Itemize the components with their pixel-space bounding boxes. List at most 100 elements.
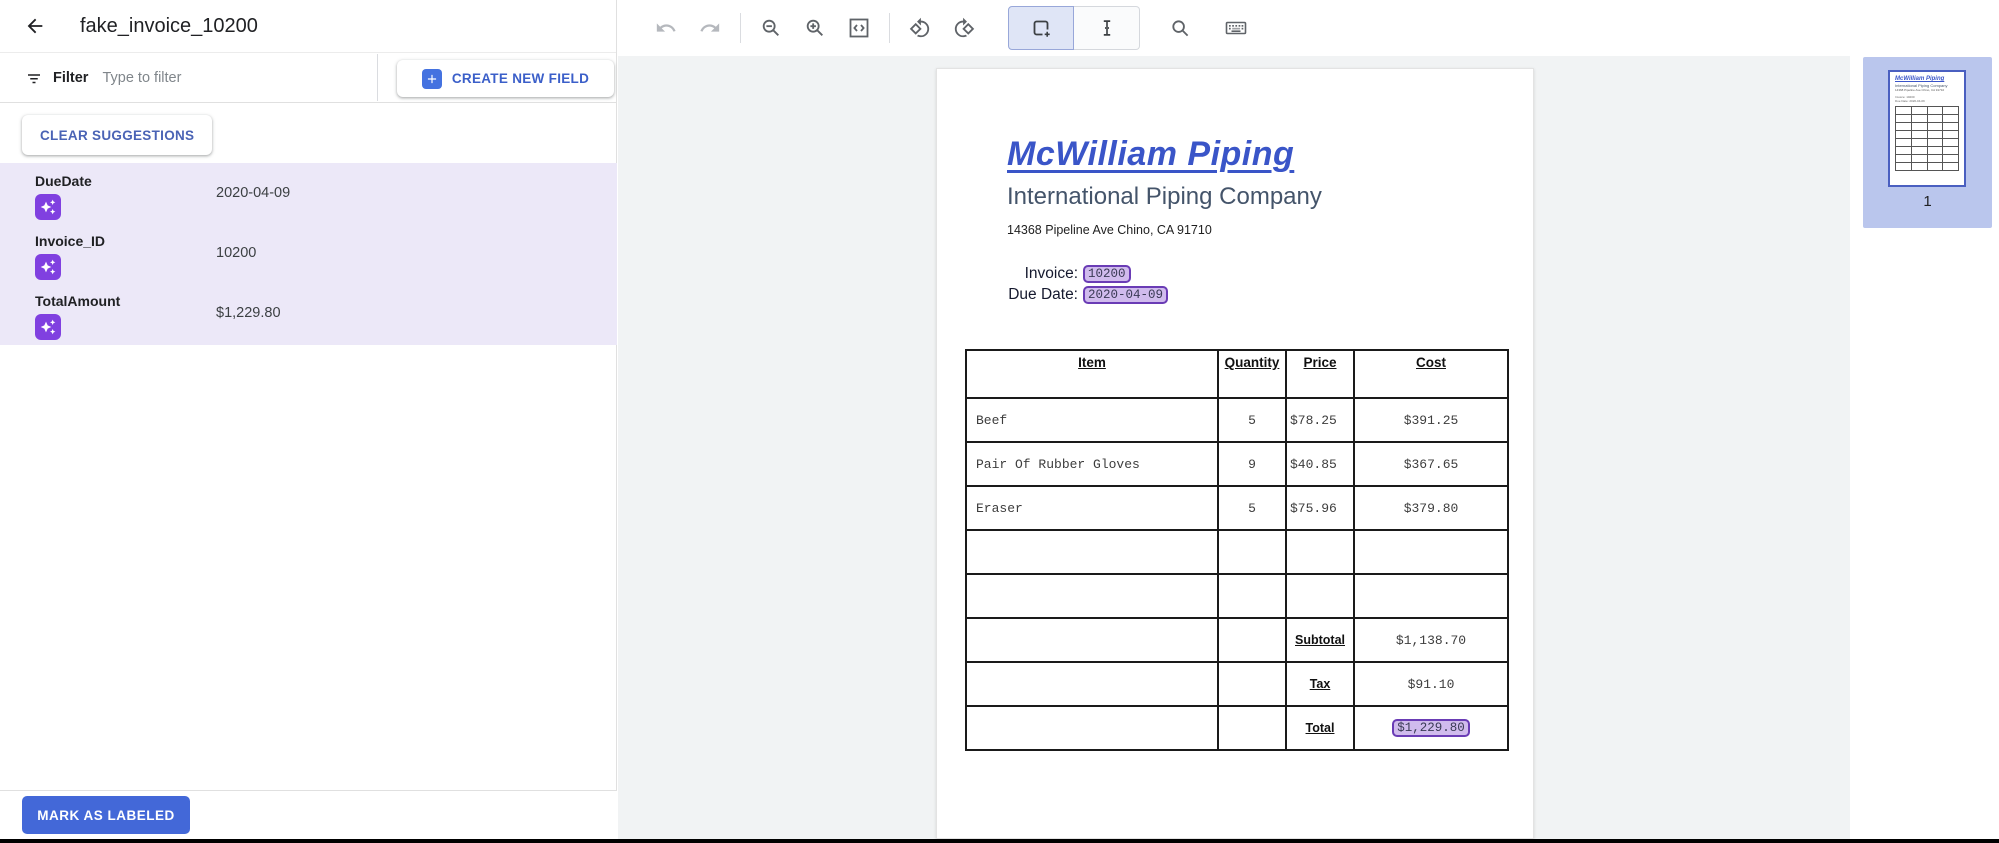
suggestion-row-totalamount[interactable]: TotalAmount $1,229.80 <box>0 283 617 343</box>
auto-awesome-sparkle-icon <box>35 314 61 340</box>
company-subtitle: International Piping Company <box>1007 183 1322 211</box>
filter-bar: Filter CREATE NEW FIELD <box>0 53 616 103</box>
total-amount-annotation[interactable]: $1,229.80 <box>1392 719 1470 737</box>
sidebar-footer: MARK AS LABELED <box>0 790 617 839</box>
field-name: Invoice_ID <box>35 233 216 249</box>
rotate-right-button[interactable] <box>942 6 986 50</box>
cell-cost: $391.25 <box>1354 398 1508 442</box>
redo-icon <box>699 17 721 39</box>
cell-price <box>1286 530 1354 574</box>
viewer-toolbar <box>618 0 1999 56</box>
document-canvas[interactable]: McWilliam Piping International Piping Co… <box>618 56 1850 839</box>
page-number: 1 <box>1863 193 1992 210</box>
filter-label: Filter <box>53 70 88 86</box>
cell-cost <box>1354 574 1508 618</box>
zoom-out-button[interactable] <box>749 6 793 50</box>
selected-page-panel: McWilliam Piping International Piping Co… <box>1863 57 1992 228</box>
undo-button[interactable] <box>644 6 688 50</box>
shortcuts-button[interactable] <box>1214 6 1258 50</box>
cell-empty <box>1218 618 1286 662</box>
cell-item: Beef <box>966 398 1218 442</box>
rotate-left-button[interactable] <box>898 6 942 50</box>
auto-awesome-sparkle-icon <box>35 254 61 280</box>
company-name: McWilliam Piping <box>1007 135 1294 174</box>
table-row-empty <box>966 530 1508 574</box>
cell-cost: $379.80 <box>1354 486 1508 530</box>
cell-price: $78.25 <box>1286 398 1354 442</box>
cell-empty <box>1218 662 1286 706</box>
tax-label: Tax <box>1286 662 1354 706</box>
zoom-in-button[interactable] <box>793 6 837 50</box>
text-select-tool-button[interactable] <box>1074 6 1140 50</box>
fit-to-width-button[interactable] <box>837 6 881 50</box>
invoice-meta: Invoice: 10200 Due Date: 2020-04-09 <box>977 265 1168 304</box>
suggestion-row-invoice-id[interactable]: Invoice_ID 10200 <box>0 223 617 283</box>
due-date-row: Due Date: 2020-04-09 <box>977 286 1168 304</box>
undo-icon <box>655 17 677 39</box>
subtotal-label: Subtotal <box>1286 618 1354 662</box>
mini-company-address: 14368 Pipeline Ave Chino, CA 91710 <box>1895 88 1959 92</box>
sidebar-header: fake_invoice_10200 <box>0 0 616 53</box>
col-header-price: Price <box>1286 350 1354 398</box>
invoice-line-items-table: Item Quantity Price Cost Beef 5 $78.25 $… <box>965 349 1509 751</box>
invoice-label: Invoice: <box>977 265 1083 283</box>
search-button[interactable] <box>1158 6 1202 50</box>
text-select-icon <box>1096 17 1118 39</box>
company-address: 14368 Pipeline Ave Chino, CA 91710 <box>1007 223 1212 237</box>
auto-awesome-sparkle-icon <box>35 194 61 220</box>
box-annotate-tool-button[interactable] <box>1008 6 1074 50</box>
cell-quantity: 5 <box>1218 486 1286 530</box>
fit-code-icon <box>847 16 871 40</box>
back-button[interactable] <box>15 6 55 46</box>
plus-icon <box>422 69 442 89</box>
box-annotate-icon <box>1029 16 1053 40</box>
table-row: Beef 5 $78.25 $391.25 <box>966 398 1508 442</box>
due-date-annotation[interactable]: 2020-04-09 <box>1083 286 1168 304</box>
filter-list-icon <box>25 69 43 87</box>
cell-cost: $367.65 <box>1354 442 1508 486</box>
clear-suggestions-button[interactable]: CLEAR SUGGESTIONS <box>22 115 212 155</box>
field-name: TotalAmount <box>35 293 216 309</box>
cell-price <box>1286 574 1354 618</box>
cell-price: $40.85 <box>1286 442 1354 486</box>
cell-empty <box>966 618 1218 662</box>
toolbar-divider <box>740 13 741 43</box>
total-label: Total <box>1286 706 1354 750</box>
cell-quantity: 9 <box>1218 442 1286 486</box>
filter-input[interactable] <box>102 70 312 86</box>
field-name: DueDate <box>35 173 216 189</box>
annotation-tool-switcher <box>1008 6 1140 50</box>
table-row: Pair Of Rubber Gloves 9 $40.85 $367.65 <box>966 442 1508 486</box>
mini-invoice-table <box>1895 106 1959 171</box>
invoice-page: McWilliam Piping International Piping Co… <box>936 68 1534 839</box>
suggestion-row-duedate[interactable]: DueDate 2020-04-09 <box>0 163 617 223</box>
create-new-field-button[interactable]: CREATE NEW FIELD <box>397 60 614 97</box>
search-icon <box>1169 17 1191 39</box>
col-header-cost: Cost <box>1354 350 1508 398</box>
rotate-right-icon <box>953 17 975 39</box>
page-1-thumbnail[interactable]: McWilliam Piping International Piping Co… <box>1888 70 1966 187</box>
keyboard-icon <box>1224 16 1248 40</box>
create-new-field-label: CREATE NEW FIELD <box>452 71 589 86</box>
suggestion-field: TotalAmount <box>0 283 216 343</box>
mark-as-labeled-button[interactable]: MARK AS LABELED <box>22 796 190 834</box>
suggestion-field: DueDate <box>0 163 216 223</box>
total-value-cell: $1,229.80 <box>1354 706 1508 750</box>
zoom-in-icon <box>804 17 826 39</box>
tax-row: Tax $91.10 <box>966 662 1508 706</box>
cell-item: Pair Of Rubber Gloves <box>966 442 1218 486</box>
mini-invoice-meta: Invoice: 10200 Due Date: 2020-04-09 <box>1895 95 1959 103</box>
page-thumbnail-strip: McWilliam Piping International Piping Co… <box>1850 56 1999 839</box>
redo-button[interactable] <box>688 6 732 50</box>
cell-quantity: 5 <box>1218 398 1286 442</box>
invoice-number-row: Invoice: 10200 <box>977 265 1168 283</box>
invoice-id-annotation[interactable]: 10200 <box>1083 265 1131 283</box>
due-date-label: Due Date: <box>977 286 1083 304</box>
field-value: 10200 <box>216 223 617 283</box>
toolbar-divider <box>889 13 890 43</box>
cell-empty <box>966 662 1218 706</box>
field-value: 2020-04-09 <box>216 163 617 223</box>
table-header-row: Item Quantity Price Cost <box>966 350 1508 398</box>
tax-value: $91.10 <box>1354 662 1508 706</box>
cell-item <box>966 530 1218 574</box>
